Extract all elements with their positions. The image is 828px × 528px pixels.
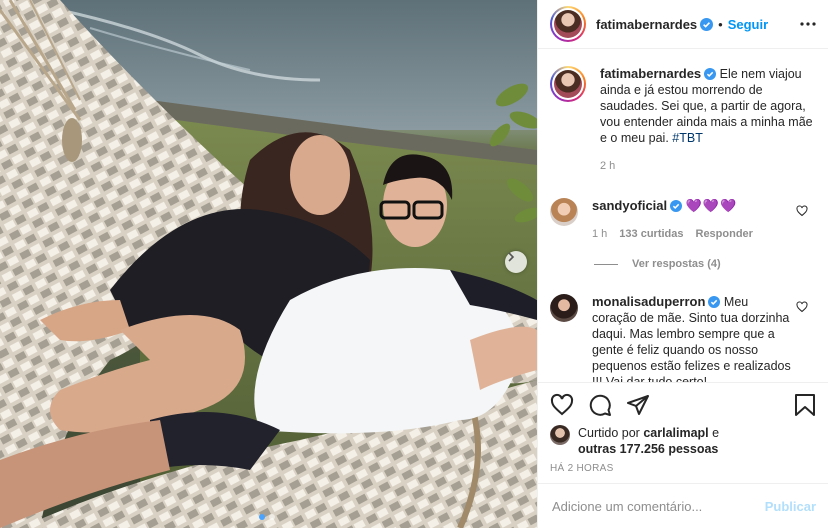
comment-icon [589,394,611,416]
chevron-right-icon [508,252,515,262]
post-side-panel: fatimabernardes • Seguir fatimabernardes [537,0,828,528]
comment-username[interactable]: sandyoficial [592,198,667,213]
commenter-avatar[interactable] [550,294,578,322]
heart-icon [796,301,808,313]
comment-like-button[interactable] [796,204,808,220]
comment-username[interactable]: monalisaduperron [592,294,705,309]
carousel-dot [259,514,265,520]
more-options-button[interactable] [800,22,816,26]
publish-button[interactable]: Publicar [765,499,816,514]
comment-button[interactable] [588,393,612,417]
verified-icon [670,200,683,212]
post-header: fatimabernardes • Seguir [538,0,828,49]
photo-illustration [0,0,537,528]
post-actions-area: Curtido por carlalimapl e outras 177.256… [538,382,828,482]
view-replies-button[interactable]: Ver respostas (4) [594,258,816,270]
post-photo[interactable] [0,0,537,528]
liked-by-user[interactable]: carlalimapl [643,426,708,440]
verified-icon [708,296,721,308]
author-avatar[interactable] [550,6,586,42]
comment-like-button[interactable] [796,300,808,316]
caption-avatar[interactable] [550,66,586,102]
caption-username[interactable]: fatimabernardes [600,66,701,81]
heart-icon [550,393,574,416]
comment-item: sandyoficial 💜💜💜 1 h 133 curtidas Respon… [550,198,816,242]
carousel-dot [269,514,275,520]
post-caption: fatimabernardes Ele nem viajou ainda e j… [550,66,816,174]
liked-by-others[interactable]: outras 177.256 pessoas [578,442,718,456]
comment-time[interactable]: 1 h [592,226,607,242]
next-photo-button[interactable] [505,251,527,273]
carousel-dots [259,514,275,520]
liked-by-conjunction: e [712,426,720,440]
save-icon [795,394,815,416]
post-timestamp[interactable]: HÁ 2 HORAS [550,463,816,474]
share-icon [627,395,649,415]
like-button[interactable] [550,393,574,417]
comment-input[interactable] [552,498,765,514]
liked-by-avatar[interactable] [550,425,570,445]
more-options-icon [800,22,816,26]
caption-time[interactable]: 2 h [600,158,615,174]
add-comment-bar: Publicar [538,483,828,528]
reply-button[interactable]: Responder [696,226,753,242]
hashtag-link[interactable]: #TBT [672,131,703,145]
verified-icon [704,68,717,80]
instagram-post: fatimabernardes • Seguir fatimabernardes [0,0,828,528]
comment-text: 💜💜💜 [685,198,738,213]
commenter-avatar[interactable] [550,198,578,226]
share-button[interactable] [626,393,650,417]
comment-item: monalisaduperron Meu coração de mãe. Sin… [550,294,816,382]
view-replies-label: Ver respostas (4) [632,258,721,270]
comments-list[interactable]: fatimabernardes Ele nem viajou ainda e j… [538,50,828,382]
author-username[interactable]: fatimabernardes [596,17,697,32]
follow-button[interactable]: Seguir [728,17,768,32]
liked-by: Curtido por carlalimapl e outras 177.256… [550,425,816,457]
liked-by-prefix: Curtido por [578,426,640,440]
verified-icon [700,17,714,31]
separator-bullet: • [718,16,723,32]
save-button[interactable] [794,393,816,417]
comment-likes[interactable]: 133 curtidas [619,226,683,242]
action-bar [550,393,816,417]
heart-icon [796,205,808,217]
